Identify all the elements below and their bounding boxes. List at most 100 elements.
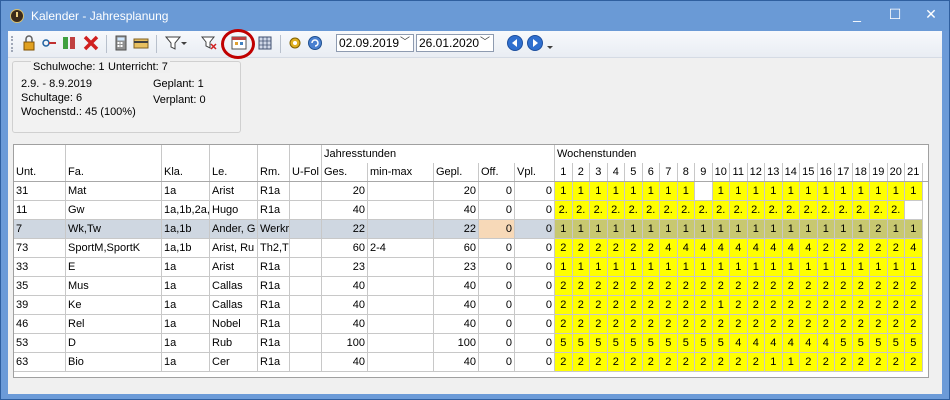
- cell-week-hours[interactable]: 4: [782, 239, 800, 258]
- cell-week-hours[interactable]: 5: [572, 334, 590, 353]
- cell-week-hours[interactable]: 2.: [590, 201, 608, 220]
- cell-week-hours[interactable]: 2: [730, 353, 748, 372]
- cell-week-hours[interactable]: 4: [765, 334, 783, 353]
- cell-week-hours[interactable]: 4: [747, 239, 765, 258]
- cell-week-hours[interactable]: 2: [555, 277, 573, 296]
- cell-week-hours[interactable]: 5: [887, 334, 905, 353]
- cell-week-hours[interactable]: 2: [800, 353, 818, 372]
- header-col-gepl[interactable]: Gepl.: [434, 163, 479, 181]
- cell-ges[interactable]: 40: [322, 296, 368, 315]
- cell-week-hours[interactable]: 2: [660, 353, 678, 372]
- cell-kla[interactable]: 1a: [162, 296, 210, 315]
- cell-week-hours[interactable]: 2: [800, 315, 818, 334]
- cell-week-hours[interactable]: 2: [782, 296, 800, 315]
- cell-week-hours[interactable]: 2: [695, 277, 713, 296]
- cell-gepl[interactable]: 40: [434, 277, 479, 296]
- cell-week-hours[interactable]: 2: [887, 353, 905, 372]
- cell-week-hours[interactable]: 2: [747, 315, 765, 334]
- cell-week-hours[interactable]: 1: [590, 220, 608, 239]
- cell-week-hours[interactable]: 2: [835, 277, 853, 296]
- cell-off[interactable]: 0: [479, 353, 515, 372]
- cell-minmax[interactable]: [368, 182, 434, 201]
- cell-week-hours[interactable]: 2: [625, 315, 643, 334]
- cell-week-hours[interactable]: 5: [555, 334, 573, 353]
- cell-week-hours[interactable]: 1: [800, 258, 818, 277]
- cell-week-hours[interactable]: 1: [555, 258, 573, 277]
- cell-off[interactable]: 0: [479, 277, 515, 296]
- cell-off[interactable]: 0: [479, 182, 515, 201]
- cell-week-hours[interactable]: 2: [870, 239, 888, 258]
- cell-minmax[interactable]: [368, 315, 434, 334]
- cell-week-hours[interactable]: 1: [555, 182, 573, 201]
- cell-week-hours[interactable]: 1: [817, 182, 835, 201]
- header-week[interactable]: 18: [853, 163, 870, 181]
- cell-week-hours[interactable]: 2: [887, 315, 905, 334]
- next-week-icon[interactable]: [526, 34, 544, 52]
- cell-kla[interactable]: 1a: [162, 277, 210, 296]
- cell-unt[interactable]: 33: [14, 258, 66, 277]
- cell-week-hours[interactable]: 2: [607, 315, 625, 334]
- cell-rm[interactable]: Werkr: [258, 220, 290, 239]
- header-week[interactable]: 9: [695, 163, 713, 181]
- cell-week-hours[interactable]: 2: [747, 296, 765, 315]
- header-week[interactable]: 13: [765, 163, 783, 181]
- cell-week-hours[interactable]: 2: [555, 239, 573, 258]
- cell-fa[interactable]: Gw: [66, 201, 162, 220]
- cell-week-hours[interactable]: 2: [590, 296, 608, 315]
- cell-le[interactable]: Rub: [210, 334, 258, 353]
- cell-le[interactable]: Ander, G: [210, 220, 258, 239]
- cell-week-hours[interactable]: 2: [660, 277, 678, 296]
- cell-week-hours[interactable]: 1: [677, 182, 695, 201]
- cell-week-hours[interactable]: 1: [747, 258, 765, 277]
- cell-week-hours[interactable]: 2: [835, 315, 853, 334]
- cell-week-hours[interactable]: 2: [712, 315, 730, 334]
- cell-week-hours[interactable]: 1: [782, 182, 800, 201]
- cell-week-hours[interactable]: 4: [730, 239, 748, 258]
- cell-le[interactable]: Cer: [210, 353, 258, 372]
- header-week[interactable]: 3: [590, 163, 608, 181]
- cell-ges[interactable]: 100: [322, 334, 368, 353]
- cell-week-hours[interactable]: 2.: [835, 201, 853, 220]
- cell-week-hours[interactable]: 1: [905, 258, 923, 277]
- minimize-button[interactable]: _: [839, 3, 875, 25]
- cell-off[interactable]: 0: [479, 239, 515, 258]
- cell-fa[interactable]: Mus: [66, 277, 162, 296]
- cell-week-hours[interactable]: 2.: [887, 201, 905, 220]
- refresh-icon[interactable]: [306, 34, 324, 52]
- cell-week-hours[interactable]: 5: [905, 334, 923, 353]
- cell-week-hours[interactable]: 4: [695, 239, 713, 258]
- cell-week-hours[interactable]: 4: [660, 239, 678, 258]
- cell-week-hours[interactable]: 1: [905, 182, 923, 201]
- cell-ufol[interactable]: [290, 201, 322, 220]
- cell-week-hours[interactable]: 2.: [677, 201, 695, 220]
- cell-week-hours[interactable]: 5: [835, 334, 853, 353]
- cell-week-hours[interactable]: 2: [677, 277, 695, 296]
- cell-week-hours[interactable]: 2: [607, 277, 625, 296]
- cell-week-hours[interactable]: 2.: [572, 201, 590, 220]
- chevron-down-icon[interactable]: ﹀: [398, 35, 412, 51]
- cell-gepl[interactable]: 40: [434, 315, 479, 334]
- cell-week-hours[interactable]: 5: [712, 334, 730, 353]
- cell-week-hours[interactable]: 2: [555, 315, 573, 334]
- cell-week-hours[interactable]: 1: [852, 220, 870, 239]
- cell-week-hours[interactable]: 1: [642, 220, 660, 239]
- cell-week-hours[interactable]: 1: [677, 258, 695, 277]
- cell-week-hours[interactable]: 1: [782, 258, 800, 277]
- cell-week-hours[interactable]: 2: [730, 315, 748, 334]
- cell-week-hours[interactable]: 2: [887, 296, 905, 315]
- cell-vpl[interactable]: 0: [515, 353, 555, 372]
- cell-week-hours[interactable]: 2: [730, 277, 748, 296]
- transfer-icon[interactable]: [60, 34, 78, 52]
- cell-week-hours[interactable]: 4: [800, 239, 818, 258]
- cell-unt[interactable]: 46: [14, 315, 66, 334]
- cell-week-hours[interactable]: 2: [642, 353, 660, 372]
- cell-week-hours[interactable]: 1: [590, 182, 608, 201]
- header-week[interactable]: 11: [730, 163, 748, 181]
- cell-week-hours[interactable]: 1: [765, 353, 783, 372]
- cell-week-hours[interactable]: 2.: [607, 201, 625, 220]
- cell-week-hours[interactable]: 2: [642, 277, 660, 296]
- cell-week-hours[interactable]: 2: [800, 277, 818, 296]
- cell-week-hours[interactable]: 2: [835, 239, 853, 258]
- cell-week-hours[interactable]: 2: [677, 353, 695, 372]
- cell-ges[interactable]: 40: [322, 353, 368, 372]
